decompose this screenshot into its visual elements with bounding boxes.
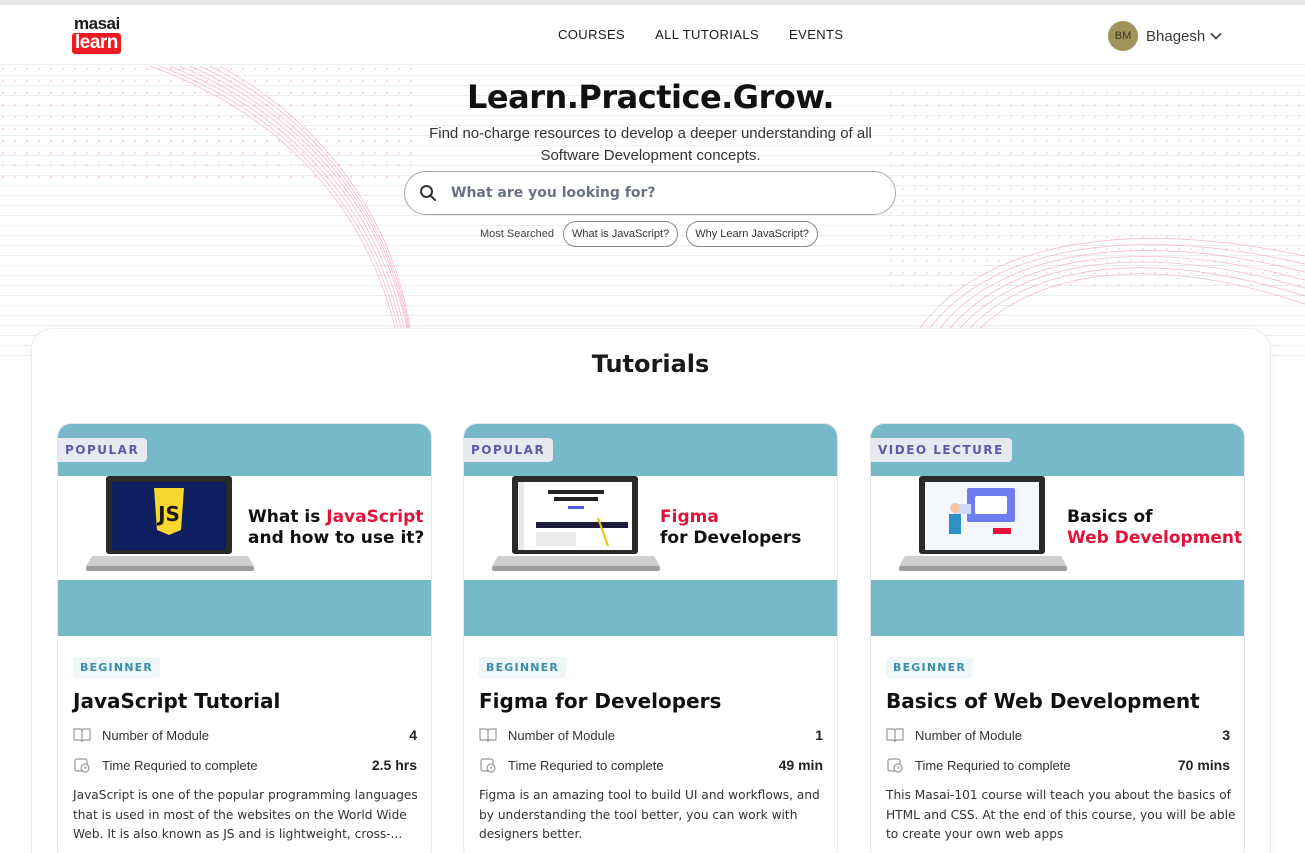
most-searched-label: Most Searched <box>480 228 554 240</box>
nav-courses[interactable]: COURSES <box>558 27 625 42</box>
time-row: Time Requried to complete 2.5 hrs <box>73 757 417 773</box>
hero-title: Learn.Practice.Grow. <box>467 78 835 116</box>
modules-label: Number of Module <box>508 727 615 743</box>
time-label: Time Requried to complete <box>508 757 664 773</box>
popular-badge: POPULAR <box>464 438 554 462</box>
laptop-icon <box>899 476 1067 571</box>
book-icon <box>73 728 91 743</box>
tutorial-card-web-development[interactable]: Basics of Web Development VIDEO LECTURE … <box>870 423 1245 853</box>
logo-top-text: masai <box>74 14 120 33</box>
time-row: Time Requried to complete 49 min <box>479 757 823 773</box>
tutorial-card-figma[interactable]: Figma for Developers POPULAR BEGINNER Fi… <box>463 423 838 853</box>
time-row: Time Requried to complete 70 mins <box>886 757 1230 773</box>
modules-value: 3 <box>1222 727 1230 743</box>
laptop-icon: JS <box>86 476 254 571</box>
masai-learn-logo[interactable]: masai learn <box>72 15 136 57</box>
thumb-caption: Figma for Developers <box>660 507 802 548</box>
level-badge: BEGINNER <box>73 657 161 678</box>
clock-icon <box>74 758 90 773</box>
time-label: Time Requried to complete <box>102 757 258 773</box>
nav-all-tutorials[interactable]: ALL TUTORIALS <box>655 27 759 42</box>
book-icon <box>479 728 497 743</box>
modules-row: Number of Module 4 <box>73 727 417 743</box>
search-icon <box>420 185 436 201</box>
modules-row: Number of Module 3 <box>886 727 1230 743</box>
chip-what-is-javascript[interactable]: What is JavaScript? <box>562 221 679 247</box>
user-menu[interactable]: BM Bhagesh <box>1108 21 1223 51</box>
chip-why-learn-javascript[interactable]: Why Learn JavaScript? <box>686 221 818 247</box>
card-title[interactable]: JavaScript Tutorial <box>73 689 280 713</box>
modules-label: Number of Module <box>102 727 209 743</box>
card-description: JavaScript is one of the popular program… <box>73 788 418 841</box>
tutorial-card-javascript[interactable]: JS What is JavaScript and how to use it?… <box>57 423 432 853</box>
user-name[interactable]: Bhagesh <box>1146 28 1205 45</box>
video-lecture-badge: VIDEO LECTURE <box>871 438 1012 462</box>
logo-bottom-text: learn <box>72 33 121 54</box>
thumb-caption: What is JavaScript and how to use it? <box>248 507 425 548</box>
main-nav: COURSES ALL TUTORIALS EVENTS <box>558 27 843 42</box>
modules-label: Number of Module <box>915 727 1022 743</box>
level-badge: BEGINNER <box>886 657 974 678</box>
search-input[interactable] <box>451 185 851 201</box>
time-value: 49 min <box>778 757 823 773</box>
svg-text:JS: JS <box>156 502 180 526</box>
time-value: 70 mins <box>1177 757 1230 773</box>
time-value: 2.5 hrs <box>371 757 417 773</box>
laptop-icon <box>492 476 660 571</box>
modules-row: Number of Module 1 <box>479 727 823 743</box>
avatar[interactable]: BM <box>1108 21 1138 51</box>
card-title[interactable]: Basics of Web Development <box>886 689 1200 713</box>
card-thumbnail: Figma for Developers POPULAR <box>464 424 837 636</box>
popular-badge: POPULAR <box>58 438 148 462</box>
clock-icon <box>480 758 496 773</box>
card-description: Figma is an amazing tool to build UI and… <box>479 788 820 841</box>
tutorials-heading: Tutorials <box>591 350 710 378</box>
search-bar[interactable] <box>404 171 896 215</box>
clock-icon <box>887 758 903 773</box>
book-icon <box>886 728 904 743</box>
level-badge: BEGINNER <box>479 657 567 678</box>
thumb-caption: Basics of Web Development <box>1067 507 1243 548</box>
site-header: masai learn COURSES ALL TUTORIALS EVENTS… <box>0 5 1305 65</box>
js-shield-icon: JS <box>154 488 184 535</box>
nav-events[interactable]: EVENTS <box>789 27 843 42</box>
modules-value: 4 <box>409 727 417 743</box>
most-searched: Most Searched What is JavaScript? Why Le… <box>480 221 826 247</box>
modules-value: 1 <box>815 727 823 743</box>
hero-subtitle: Find no-charge resources to develop a de… <box>429 125 872 164</box>
card-thumbnail: JS What is JavaScript and how to use it?… <box>58 424 431 636</box>
card-thumbnail: Basics of Web Development VIDEO LECTURE <box>871 424 1244 636</box>
card-description: This Masai-101 course will teach you abo… <box>886 788 1236 841</box>
card-title[interactable]: Figma for Developers <box>479 689 721 713</box>
time-label: Time Requried to complete <box>915 757 1071 773</box>
chevron-down-icon[interactable] <box>1209 29 1223 43</box>
